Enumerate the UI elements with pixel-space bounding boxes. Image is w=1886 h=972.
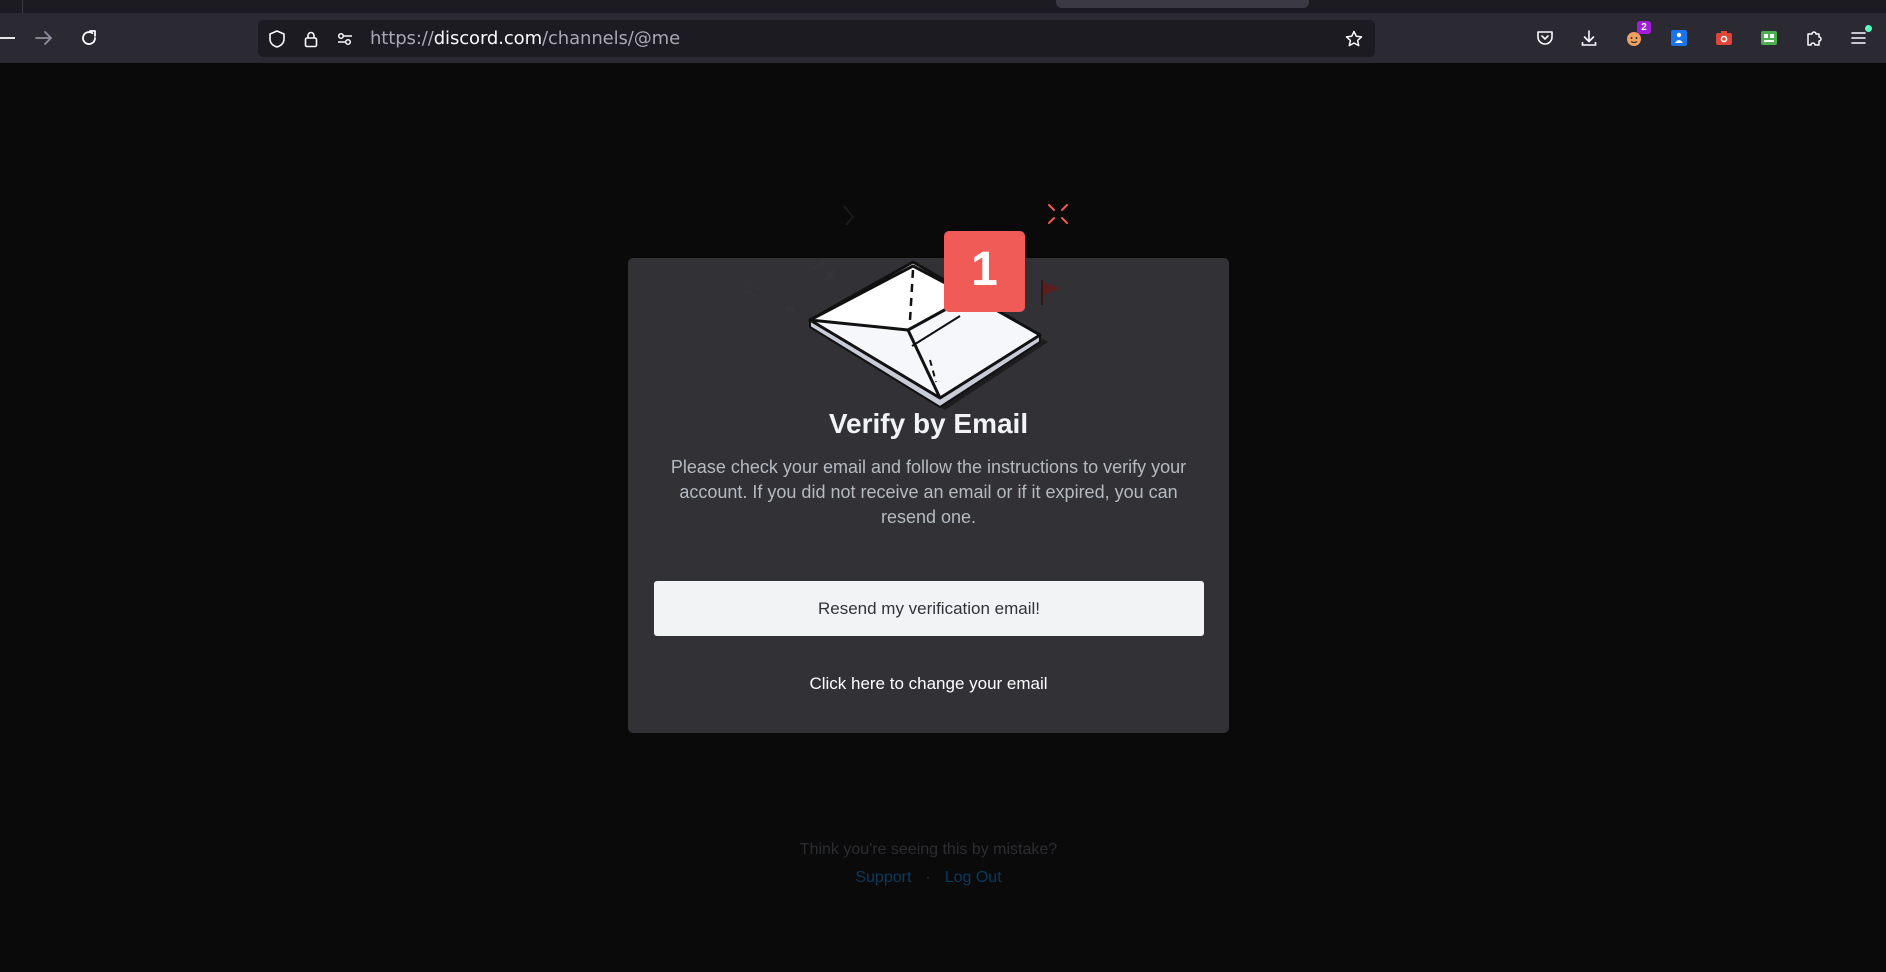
extension-green-icon[interactable] xyxy=(1756,25,1782,51)
extension-blue-icon[interactable] xyxy=(1666,25,1692,51)
camera-icon[interactable] xyxy=(1711,25,1737,51)
browser-toolbar: https://discord.com/channels/@me 2 xyxy=(0,13,1886,63)
change-email-link[interactable]: Click here to change your email xyxy=(628,674,1229,694)
forward-icon[interactable] xyxy=(31,25,57,51)
pocket-icon[interactable] xyxy=(1532,25,1558,51)
tab-divider xyxy=(22,0,23,13)
reload-icon[interactable] xyxy=(76,25,102,51)
verify-title: Verify by Email xyxy=(828,408,1029,439)
address-bar[interactable]: https://discord.com/channels/@me xyxy=(258,20,1375,57)
footer-links: Support · Log Out xyxy=(628,869,1229,887)
mistake-text: Think you're seeing this by mistake? xyxy=(799,841,1058,858)
download-icon[interactable] xyxy=(1576,25,1602,51)
back-icon[interactable] xyxy=(0,25,20,51)
tab-strip xyxy=(0,0,1886,13)
footer-separator: · xyxy=(925,869,931,886)
update-dot xyxy=(1865,25,1872,32)
notification-badge-number: 1 xyxy=(971,243,998,296)
envelope-illustration xyxy=(739,204,1068,410)
logout-link[interactable]: Log Out xyxy=(945,869,1002,886)
permissions-icon[interactable] xyxy=(334,28,356,50)
lock-icon[interactable] xyxy=(300,28,322,50)
shield-icon[interactable] xyxy=(266,28,288,50)
url-text[interactable]: https://discord.com/channels/@me xyxy=(370,28,680,49)
resend-verification-button[interactable]: Resend my verification email! xyxy=(654,581,1204,636)
extension-badge: 2 xyxy=(1637,21,1651,34)
bookmark-star-icon[interactable] xyxy=(1343,28,1365,50)
extensions-puzzle-icon[interactable] xyxy=(1801,25,1827,51)
menu-hamburger-icon[interactable] xyxy=(1846,25,1872,51)
verify-description: Please check your email and follow the i… xyxy=(670,457,1187,527)
extension-face-icon[interactable]: 2 xyxy=(1621,21,1651,51)
support-link[interactable]: Support xyxy=(855,869,911,886)
active-tab-indicator[interactable] xyxy=(1056,0,1309,8)
